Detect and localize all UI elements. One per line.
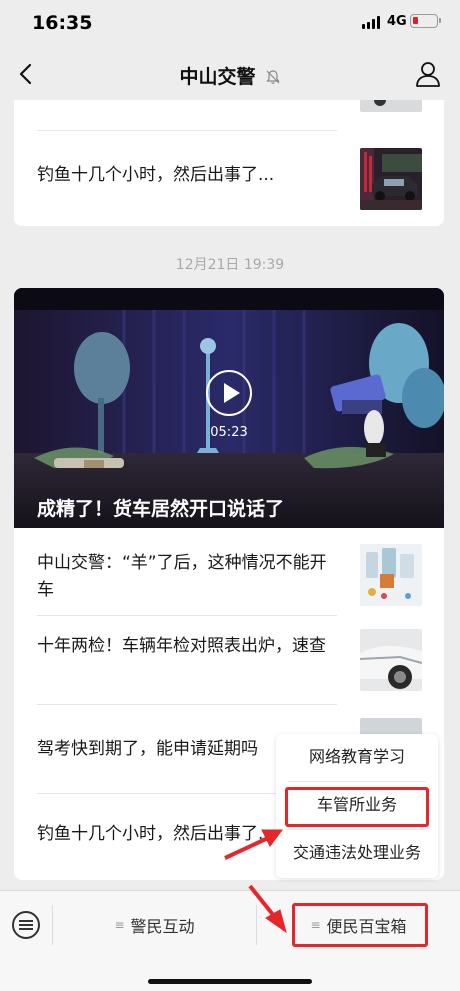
article-title: 钓鱼十几个小时，然后出事了...: [37, 165, 275, 185]
highlight-box: [292, 903, 428, 947]
message-timestamp: 12月21日 19:39: [175, 257, 285, 273]
article-thumbnail: [360, 148, 422, 210]
article-title: 十年两检！车辆年检对照表出炉，速查: [37, 636, 326, 656]
home-indicator: [148, 979, 312, 984]
video-duration: 05:23: [210, 425, 248, 440]
list-item[interactable]: 中山交警：“羊”了后，这种情况不能开车: [14, 528, 444, 616]
article-thumbnail: [360, 100, 422, 112]
menu-lines-icon: ≡: [114, 918, 125, 932]
bell-off-icon: [265, 70, 280, 84]
menu-button-label: 警民互动: [130, 917, 195, 936]
battery-icon: [410, 14, 441, 28]
status-time: 16:35: [32, 12, 93, 34]
status-bar: 16:35 4G: [0, 0, 460, 48]
network-type: 4G: [387, 14, 407, 29]
menu-item-online-education[interactable]: 网络教育学习: [276, 734, 438, 780]
article-title: 中山交警：“羊”了后，这种情况不能开车: [37, 553, 327, 600]
menu-item-traffic-violation[interactable]: 交通违法处理业务: [276, 830, 438, 876]
menu-button-interaction[interactable]: ≡ 警民互动: [53, 913, 256, 937]
keyboard-icon[interactable]: [12, 911, 40, 939]
list-item[interactable]: 钓鱼十几个小时，然后出事了...: [14, 132, 444, 226]
video-title: 成精了！货车居然开口说话了: [37, 498, 285, 520]
list-item[interactable]: 十年两检！车辆年检对照表出炉，速查: [14, 617, 444, 705]
page-title: 中山交警: [179, 66, 256, 88]
highlight-box: [285, 787, 429, 827]
navigation-bar: 中山交警: [0, 48, 460, 100]
article-card: 钓鱼十几个小时，然后出事了...: [14, 100, 444, 226]
play-icon[interactable]: [206, 370, 252, 416]
list-item[interactable]: [14, 100, 444, 131]
profile-icon[interactable]: [414, 60, 442, 88]
article-thumbnail: [360, 544, 422, 606]
signal-icon: [362, 16, 380, 29]
video-cover[interactable]: 05:23 成精了！货车居然开口说话了: [14, 288, 444, 528]
article-thumbnail: [360, 629, 422, 691]
